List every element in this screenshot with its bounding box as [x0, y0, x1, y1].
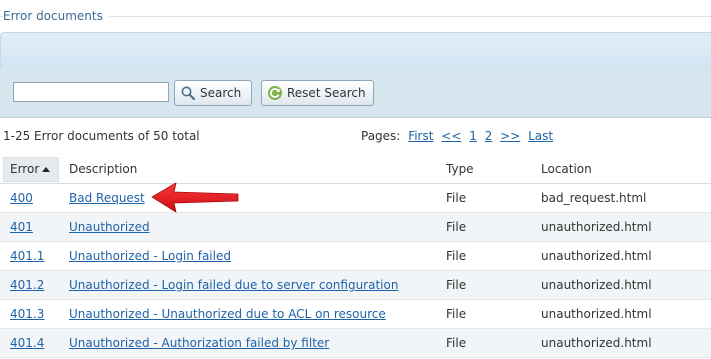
description-link[interactable]: Unauthorized - Login failed due to serve… — [69, 271, 398, 299]
magnifier-icon — [180, 85, 196, 101]
location-cell: unauthorized.html — [541, 278, 652, 292]
location-cell: bad_request.html — [541, 191, 647, 205]
error-documents-page: Error documents Search Reset Search 1-25… — [0, 0, 711, 359]
toolbar-band — [0, 32, 711, 70]
column-header-type[interactable]: Type — [446, 155, 474, 183]
first-page-link[interactable]: First — [408, 129, 433, 143]
type-cell: File — [446, 220, 467, 234]
description-link[interactable]: Unauthorized — [69, 213, 150, 241]
next-page-link[interactable]: >> — [500, 129, 520, 143]
type-cell: File — [446, 336, 467, 350]
table-row: 401.4 Unauthorized - Authorization faile… — [0, 329, 711, 358]
red-arrow-icon — [151, 182, 239, 213]
last-page-link[interactable]: Last — [528, 129, 553, 143]
description-link[interactable]: Unauthorized - Login failed — [69, 242, 231, 270]
search-panel: Search Reset Search — [0, 69, 711, 118]
location-cell: unauthorized.html — [541, 220, 652, 234]
reset-search-label: Reset Search — [287, 86, 366, 100]
location-cell: unauthorized.html — [541, 249, 652, 263]
column-header-error-label: Error — [10, 162, 40, 176]
refresh-icon — [267, 85, 283, 101]
type-cell: File — [446, 191, 467, 205]
previous-page-link[interactable]: << — [441, 129, 461, 143]
type-cell: File — [446, 307, 467, 321]
error-code-link[interactable]: 400 — [10, 184, 33, 212]
column-header-description[interactable]: Description — [69, 155, 137, 183]
table-row: 400 Bad Request File bad_request.html — [0, 184, 711, 213]
pagination: Pages: First << 1 2 >> Last — [361, 127, 553, 145]
table-row: 401.3 Unauthorized - Unauthorized due to… — [0, 300, 711, 329]
type-cell: File — [446, 249, 467, 263]
reset-search-button[interactable]: Reset Search — [261, 80, 374, 106]
error-code-link[interactable]: 401.1 — [10, 242, 44, 270]
pages-label: Pages: — [361, 129, 401, 143]
error-code-link[interactable]: 401.2 — [10, 271, 44, 299]
error-documents-table: Error Description Type Location 400 Bad … — [0, 155, 711, 358]
description-link[interactable]: Bad Request — [69, 184, 145, 212]
column-header-location[interactable]: Location — [541, 155, 592, 183]
error-code-link[interactable]: 401.4 — [10, 329, 44, 357]
search-button-label: Search — [200, 86, 242, 100]
error-code-link[interactable]: 401 — [10, 213, 33, 241]
page-1-link[interactable]: 1 — [469, 129, 477, 143]
table-row: 401.1 Unauthorized - Login failed File u… — [0, 242, 711, 271]
type-cell: File — [446, 278, 467, 292]
sort-ascending-icon — [42, 167, 51, 172]
search-input[interactable] — [13, 82, 169, 102]
location-cell: unauthorized.html — [541, 336, 652, 350]
error-code-link[interactable]: 401.3 — [10, 300, 44, 328]
table-row: 401 Unauthorized File unauthorized.html — [0, 213, 711, 242]
search-button[interactable]: Search — [174, 80, 252, 106]
description-link[interactable]: Unauthorized - Unauthorized due to ACL o… — [69, 300, 386, 328]
column-header-error[interactable]: Error — [10, 155, 51, 183]
section-title: Error documents — [3, 7, 109, 25]
table-header-row: Error Description Type Location — [0, 155, 711, 184]
page-2-link[interactable]: 2 — [485, 129, 493, 143]
description-link[interactable]: Unauthorized - Authorization failed by f… — [69, 329, 329, 357]
table-row: 401.2 Unauthorized - Login failed due to… — [0, 271, 711, 300]
results-count: 1-25 Error documents of 50 total — [3, 129, 200, 143]
location-cell: unauthorized.html — [541, 307, 652, 321]
